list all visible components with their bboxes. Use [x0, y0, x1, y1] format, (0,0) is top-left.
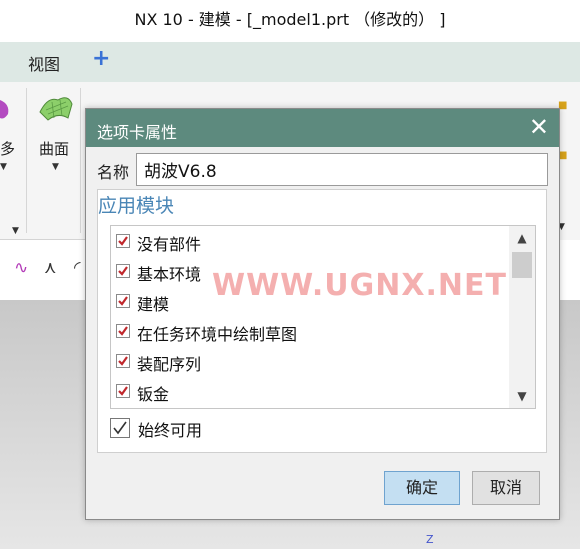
list-item[interactable]: 在任务环境中绘制草图	[111, 316, 509, 346]
chevron-down-icon[interactable]: ▼	[509, 384, 535, 408]
line-icon[interactable]: ⋏	[44, 258, 56, 278]
list-item-label: 钣金	[137, 385, 170, 404]
scrollbar[interactable]: ▲ ▼	[509, 226, 535, 408]
more-tools-icon[interactable]	[0, 96, 14, 122]
check-icon	[118, 296, 128, 306]
check-icon	[118, 386, 128, 396]
list-item[interactable]: 没有部件	[111, 226, 509, 256]
section-title[interactable]: 应用模块	[98, 191, 174, 218]
always-available-label: 始终可用	[138, 421, 203, 440]
menu-bar: 视图 +	[0, 42, 580, 82]
check-icon	[118, 326, 128, 336]
always-available-checkbox[interactable]	[110, 418, 130, 438]
add-tab-button[interactable]: +	[92, 46, 110, 71]
more-tools-label[interactable]: 多	[0, 138, 15, 159]
check-icon	[118, 356, 128, 366]
curve-icon[interactable]: ∿	[14, 258, 28, 278]
check-icon	[118, 266, 128, 276]
check-icon	[113, 421, 127, 435]
group-dropdown-icon[interactable]: ▼	[12, 226, 19, 236]
ok-button[interactable]: 确定	[384, 471, 460, 505]
window-title: NX 10 - 建模 - [_model1.prt （修改的） ]	[0, 0, 580, 42]
checkbox[interactable]	[116, 384, 130, 398]
list-item-label: 基本环境	[137, 265, 202, 284]
checkbox[interactable]	[116, 234, 130, 248]
dialog-header: 选项卡属性 ✕	[86, 109, 559, 147]
list-item[interactable]: 钣金	[111, 376, 509, 406]
checkbox[interactable]	[116, 354, 130, 368]
more-dropdown-icon[interactable]: ▼	[0, 162, 7, 172]
list-item[interactable]: 装配序列	[111, 346, 509, 376]
name-input[interactable]	[136, 153, 548, 186]
arc-icon[interactable]: ◜	[74, 258, 81, 278]
check-icon	[118, 236, 128, 246]
chevron-up-icon[interactable]: ▲	[509, 226, 535, 250]
surface-dropdown-icon[interactable]: ▼	[52, 162, 59, 172]
surface-icon[interactable]	[38, 92, 74, 122]
close-icon[interactable]: ✕	[529, 113, 549, 141]
surface-label[interactable]: 曲面	[39, 138, 69, 159]
watermark: WWW.UGNX.NET	[212, 268, 507, 303]
scroll-thumb[interactable]	[512, 252, 532, 278]
list-item-label: 在任务环境中绘制草图	[137, 325, 298, 344]
checkbox[interactable]	[116, 264, 130, 278]
list-item-label: 没有部件	[137, 235, 202, 254]
module-list: 没有部件 基本环境 建模 在任务环境中绘制草图 装配序列 钣金 ▲ ▼	[110, 225, 536, 409]
checkbox[interactable]	[116, 294, 130, 308]
checkbox[interactable]	[116, 324, 130, 338]
name-label: 名称	[97, 163, 130, 182]
z-axis-label: Z	[426, 533, 434, 546]
list-item-label: 装配序列	[137, 355, 202, 374]
ribbon-divider	[26, 88, 27, 233]
tab-properties-dialog: 选项卡属性 ✕ 名称 应用模块 没有部件 基本环境 建模 在任务环境中绘制草图 …	[85, 108, 560, 520]
cancel-button[interactable]: 取消	[472, 471, 540, 505]
ribbon-divider	[80, 88, 81, 233]
list-item-label: 建模	[137, 295, 170, 314]
menu-view[interactable]: 视图	[28, 51, 60, 75]
dialog-title: 选项卡属性	[97, 123, 178, 142]
